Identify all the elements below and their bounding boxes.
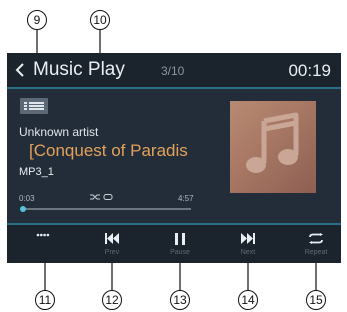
callout-14: 14 (238, 290, 258, 310)
prev-button[interactable]: Prev (87, 225, 137, 263)
more-dots-icon (36, 233, 50, 237)
album-art (230, 101, 316, 193)
prev-label: Prev (104, 249, 120, 256)
total-time: 4:57 (178, 194, 194, 203)
playlist-menu-icon[interactable] (20, 98, 48, 114)
pause-icon (175, 233, 185, 245)
page-title: Music Play (33, 59, 125, 80)
song-title: [Conquest of Paradis (29, 141, 188, 160)
music-note-icon (246, 112, 299, 173)
back-chevron-icon[interactable] (15, 63, 25, 77)
callout-15: 15 (306, 290, 326, 310)
pause-label: Pause (170, 249, 190, 256)
progress-bar[interactable] (19, 206, 191, 212)
callout-9: 9 (27, 10, 47, 30)
pause-button[interactable]: Pause (155, 225, 205, 263)
music-player-screen: Music Play 3/10 00:19 Unknown artist [Co… (7, 53, 341, 263)
artist-name: Unknown artist (19, 125, 99, 139)
callout-11: 11 (35, 290, 55, 310)
next-label: Next (240, 249, 256, 256)
more-options-button[interactable] (18, 225, 68, 263)
callout-10: 10 (90, 10, 110, 30)
skip-next-icon (241, 233, 255, 244)
playback-controls-bar: Prev Pause Next Repeat (7, 223, 341, 263)
progress-handle[interactable] (19, 206, 26, 212)
header-bar: Music Play 3/10 00:19 (7, 53, 341, 89)
elapsed-time: 0:03 (19, 194, 35, 203)
repeat-label: Repeat (304, 249, 328, 256)
clock: 00:19 (288, 61, 331, 80)
shuffle-repeat-status-icons (90, 194, 113, 200)
repeat-button[interactable]: Repeat (291, 225, 341, 263)
callout-12: 12 (102, 290, 122, 310)
next-button[interactable]: Next (223, 225, 273, 263)
repeat-icon (309, 233, 323, 244)
skip-previous-icon (105, 233, 119, 244)
track-counter: 3/10 (161, 64, 185, 78)
file-name: MP3_1 (19, 166, 54, 178)
callout-13: 13 (170, 290, 190, 310)
